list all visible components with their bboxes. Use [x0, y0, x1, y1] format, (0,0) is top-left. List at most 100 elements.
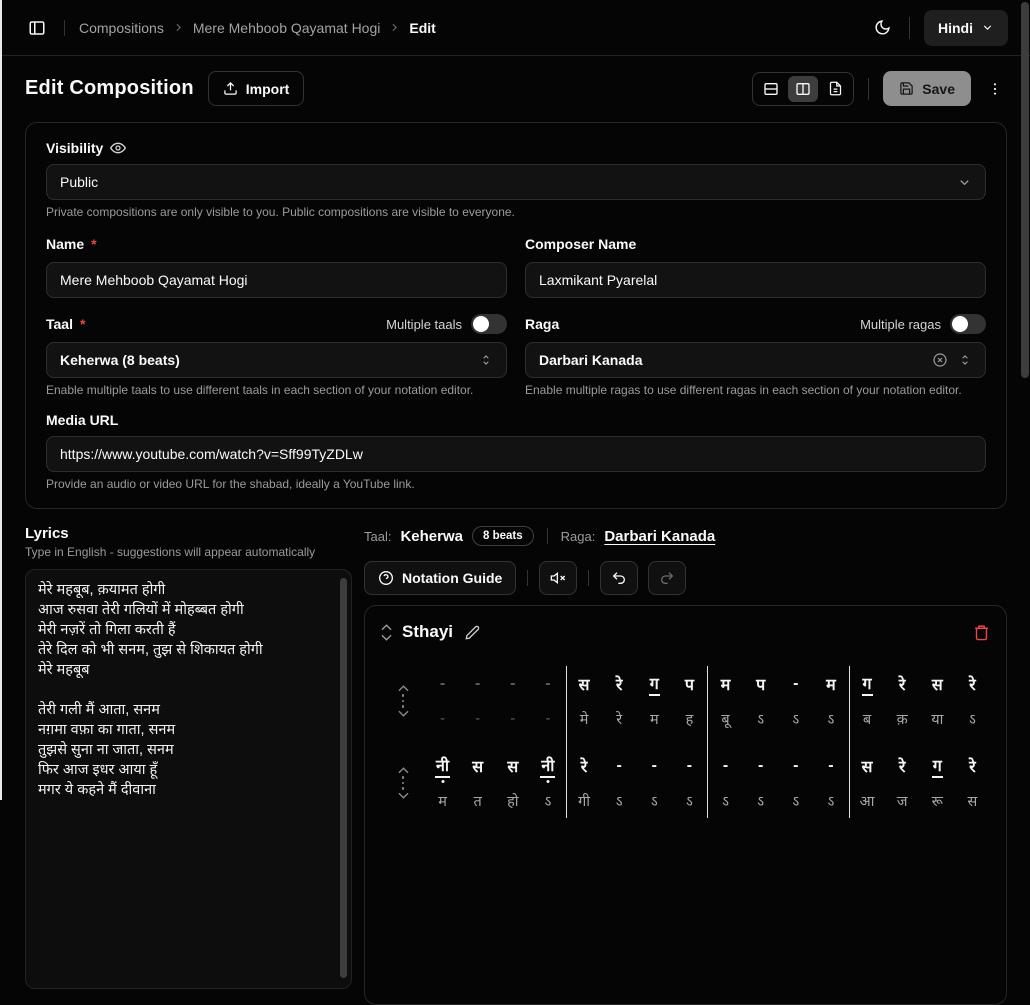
lyric-beat-cell[interactable]: रू	[920, 791, 955, 811]
lyrics-scrollbar[interactable]	[340, 578, 347, 978]
visibility-select[interactable]: Public	[46, 164, 986, 200]
lyric-beat-cell[interactable]: या	[920, 709, 955, 729]
swar-beat-cell[interactable]: -	[708, 757, 743, 775]
swar-beat-cell[interactable]: स	[920, 673, 955, 695]
lyrics-textarea[interactable]: मेरे महबूब, क़यामत होगी आज रुसवा तेरी गल…	[25, 569, 352, 989]
chevron-up-icon[interactable]	[381, 624, 392, 631]
swar-beat-cell[interactable]: -	[672, 757, 707, 775]
composer-name-input[interactable]	[525, 262, 986, 298]
lyric-beat-cell[interactable]: मे	[567, 709, 602, 729]
name-input[interactable]	[46, 262, 507, 298]
view-mode-split-button[interactable]	[788, 76, 818, 102]
swar-beat-cell[interactable]: ग	[850, 672, 885, 696]
swar-beat-cell[interactable]: -	[530, 675, 565, 693]
lyric-beat-cell[interactable]: -	[460, 711, 495, 727]
redo-button[interactable]	[648, 561, 686, 595]
swar-beat-cell[interactable]: -	[743, 757, 778, 775]
section-reorder-control[interactable]	[381, 624, 392, 641]
edit-section-name-button[interactable]	[465, 625, 480, 640]
lyric-beat-cell[interactable]: ब	[850, 709, 885, 729]
lyric-beat-cell[interactable]: ऽ	[637, 791, 672, 811]
notation-row-drag-handle[interactable]	[381, 748, 425, 818]
notation-guide-button[interactable]: Notation Guide	[364, 561, 516, 595]
lyric-beat-cell[interactable]: क़	[885, 709, 920, 729]
lyric-beat-cell[interactable]: ह	[672, 709, 707, 729]
swar-beat-cell[interactable]: -	[425, 675, 460, 693]
swar-beat-cell[interactable]: म	[813, 673, 848, 695]
more-options-button[interactable]	[983, 77, 1007, 101]
sidebar-toggle-button[interactable]	[24, 15, 50, 41]
lyric-beat-cell[interactable]: हो	[495, 791, 530, 811]
taal-select[interactable]: Keherwa (8 beats)	[46, 342, 507, 378]
lyric-beat-cell[interactable]: म	[425, 791, 460, 811]
theme-toggle-button[interactable]	[870, 15, 895, 40]
lyric-beat-cell[interactable]: म	[637, 709, 672, 729]
delete-section-button[interactable]	[973, 624, 990, 641]
swar-beat-cell[interactable]: -	[602, 757, 637, 775]
chevron-up-icon[interactable]	[398, 767, 409, 774]
lyric-beat-cell[interactable]: -	[495, 711, 530, 727]
swar-beat-cell[interactable]: रे	[955, 673, 990, 695]
lyric-beat-cell[interactable]: त	[460, 791, 495, 811]
chevron-down-icon[interactable]	[381, 634, 392, 641]
breadcrumb-compositions[interactable]: Compositions	[79, 20, 164, 36]
swar-beat-cell[interactable]: रे	[885, 673, 920, 695]
page-scrollbar[interactable]	[1021, 2, 1029, 378]
lyric-beat-cell[interactable]: बू	[708, 709, 743, 729]
lyric-beat-cell[interactable]: ऽ	[602, 791, 637, 811]
circle-x-icon[interactable]	[932, 352, 948, 368]
import-button[interactable]: Import	[208, 71, 305, 106]
lyric-beat-cell[interactable]: आ	[850, 791, 885, 811]
swar-beat-cell[interactable]: -	[813, 757, 848, 775]
lyric-beat-cell[interactable]: ऽ	[813, 791, 848, 811]
swar-beat-cell[interactable]: प	[743, 673, 778, 695]
swar-beat-cell[interactable]: -	[778, 757, 813, 775]
swar-beat-cell[interactable]: नी	[425, 754, 460, 778]
lyric-beat-cell[interactable]: गी	[567, 791, 602, 811]
lyric-beat-cell[interactable]: ऽ	[813, 709, 848, 729]
chevron-down-icon[interactable]	[398, 710, 409, 717]
language-selector-button[interactable]: Hindi	[924, 10, 1008, 46]
lyric-beat-cell[interactable]: स	[955, 791, 990, 811]
notation-row-drag-handle[interactable]	[381, 666, 425, 736]
lyric-beat-cell[interactable]: ऽ	[672, 791, 707, 811]
swar-beat-cell[interactable]: ग	[637, 672, 672, 696]
swar-beat-cell[interactable]: रे	[955, 755, 990, 777]
mute-button[interactable]	[539, 561, 577, 595]
swar-beat-cell[interactable]: स	[850, 755, 885, 777]
swar-beat-cell[interactable]: रे	[602, 673, 637, 695]
swar-beat-cell[interactable]: स	[567, 673, 602, 695]
raga-info-link[interactable]: Darbari Kanada	[604, 528, 715, 545]
lyric-beat-cell[interactable]: रे	[602, 709, 637, 729]
swar-beat-cell[interactable]: म	[708, 673, 743, 695]
swar-beat-cell[interactable]: नी	[530, 754, 565, 778]
chevron-up-icon[interactable]	[398, 685, 409, 692]
lyric-beat-cell[interactable]: ऽ	[743, 791, 778, 811]
lyric-beat-cell[interactable]: ज	[885, 791, 920, 811]
multiple-taals-toggle[interactable]	[471, 314, 507, 334]
lyric-beat-cell[interactable]: ऽ	[530, 791, 565, 811]
swar-beat-cell[interactable]: -	[495, 675, 530, 693]
swar-beat-cell[interactable]: ग	[920, 754, 955, 778]
lyric-beat-cell[interactable]: ऽ	[743, 709, 778, 729]
lyric-beat-cell[interactable]: ऽ	[708, 791, 743, 811]
swar-beat-cell[interactable]: रे	[885, 755, 920, 777]
undo-button[interactable]	[600, 561, 638, 595]
lyric-beat-cell[interactable]: -	[530, 711, 565, 727]
chevron-down-icon[interactable]	[398, 792, 409, 799]
swar-beat-cell[interactable]: प	[672, 673, 707, 695]
swar-beat-cell[interactable]: -	[637, 757, 672, 775]
lyric-beat-cell[interactable]: ऽ	[778, 791, 813, 811]
multiple-ragas-toggle[interactable]	[950, 314, 986, 334]
swar-beat-cell[interactable]: स	[460, 755, 495, 777]
raga-select[interactable]: Darbari Kanada	[525, 342, 986, 378]
swar-beat-cell[interactable]: स	[495, 755, 530, 777]
lyric-beat-cell[interactable]: -	[425, 711, 460, 727]
view-mode-rows-button[interactable]	[756, 76, 786, 102]
breadcrumb-composition-name[interactable]: Mere Mehboob Qayamat Hogi	[193, 20, 381, 36]
swar-beat-cell[interactable]: रे	[567, 755, 602, 777]
swar-beat-cell[interactable]: -	[778, 675, 813, 693]
lyric-beat-cell[interactable]: ऽ	[955, 709, 990, 729]
swar-beat-cell[interactable]: -	[460, 675, 495, 693]
view-mode-document-button[interactable]	[820, 76, 850, 102]
